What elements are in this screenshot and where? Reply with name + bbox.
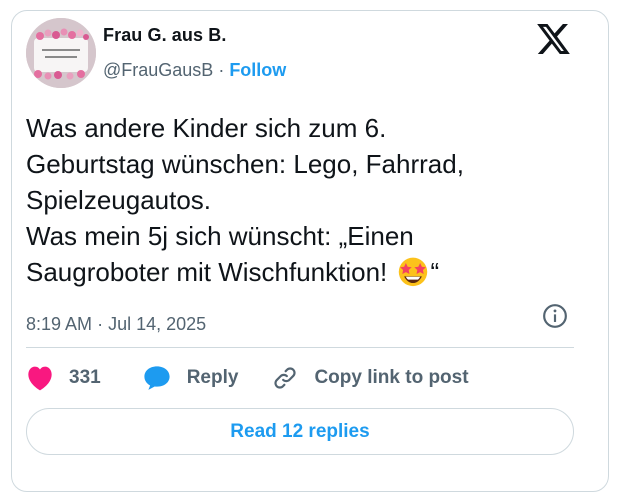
timestamp[interactable]: 8:19 AM · Jul 14, 2025 [26,314,206,335]
reply-bubble-icon [144,366,170,390]
closing-quote: “ [430,257,440,287]
tweet-text: Was andere Kinder sich zum 6. Geburtstag… [26,110,566,290]
handle-separator: · [218,60,225,80]
reply-label: Reply [186,367,239,388]
author-name[interactable]: Frau G. aus B. [103,25,226,46]
time-separator: · [97,314,104,334]
follow-button[interactable]: Follow [229,60,286,81]
like-button[interactable]: 331 [26,365,101,391]
mug-photo-icon [26,18,96,88]
like-count: 331 [69,367,101,388]
reply-button[interactable]: Reply [143,365,239,391]
copy-link-label: Copy link to post [314,367,469,388]
star-struck-emoji [398,257,427,287]
heart-icon [28,366,52,391]
x-logo-icon[interactable] [537,24,570,54]
link-icon [274,367,297,389]
action-bar: 331 Reply Copy link to post [26,364,469,392]
info-icon[interactable] [542,303,568,329]
author-handle-row: @FrauGausB · Follow [103,60,286,81]
author-handle[interactable]: @FrauGausB [103,60,213,81]
tweet-time[interactable]: 8:19 AM [26,314,92,334]
divider [26,347,574,348]
read-replies-button[interactable]: Read 12 replies [26,408,574,455]
copy-link-button[interactable]: Copy link to post [272,365,469,391]
tweet-date[interactable]: Jul 14, 2025 [108,314,206,334]
avatar[interactable] [26,18,96,88]
